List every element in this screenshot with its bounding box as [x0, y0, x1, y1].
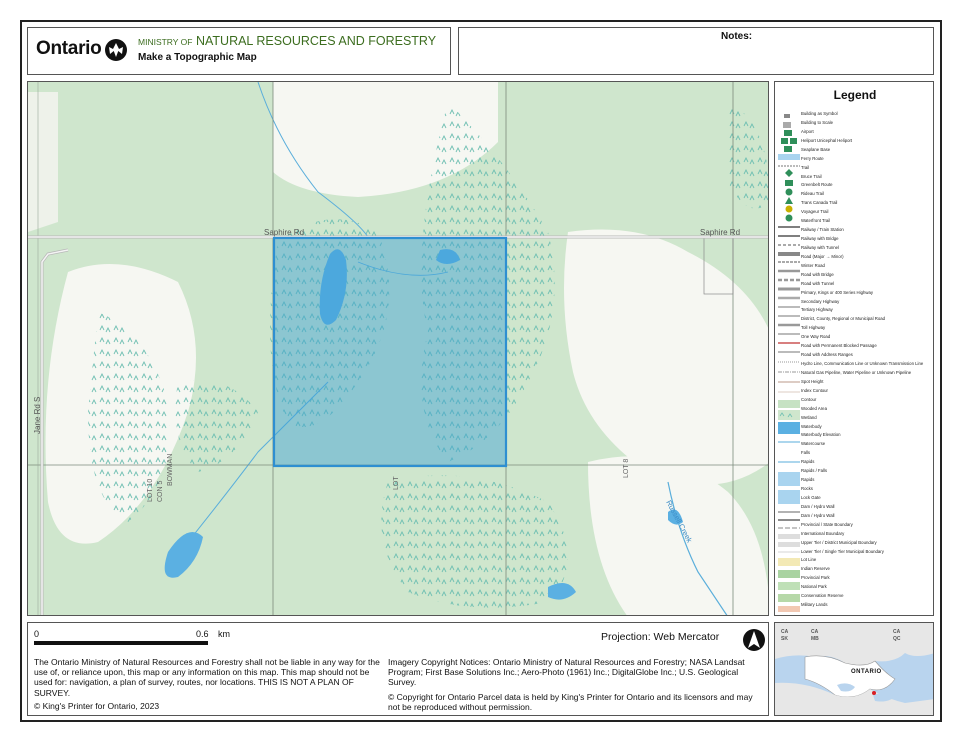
legend-item: Lower Tier / Single Tier Municipal Bound…	[801, 548, 884, 554]
legend-item: Primary, Kings or 400 Series Highway	[801, 289, 874, 295]
legend-item: Building to Scale	[801, 119, 834, 125]
legend-item: Heliport Unicephal Heliport	[801, 137, 853, 143]
legend-item: Seaplane Base	[801, 146, 831, 152]
header-panel: Ontario MINISTRY OF NATURAL RESOURCES AN…	[27, 27, 451, 75]
legend-item: Railway / Train Station	[801, 227, 844, 233]
legend-item: Airport	[801, 128, 814, 134]
inset-label-ca-1: CA	[781, 629, 789, 635]
legend-item: Greenbelt Route	[801, 182, 833, 188]
legend-item: Index Contour	[801, 387, 828, 393]
inset-label-mb: MB	[811, 636, 819, 642]
parcel-highlight[interactable]	[272, 236, 508, 468]
ontario-trillium-icon	[105, 39, 127, 61]
legend-item: Dam / Hydro Wall	[801, 503, 835, 509]
legend-item: Road with Address Ranges	[801, 352, 853, 358]
legend-title: Legend	[833, 88, 877, 102]
legend-item: Building as Symbol	[801, 111, 838, 116]
legend-item: Bruce Trail	[801, 173, 822, 179]
inset-label-qc: QC	[893, 636, 901, 642]
legend-item: Rapids	[801, 459, 815, 465]
legend-item: Upper Tier / District Municipal Boundary	[801, 539, 877, 545]
legend-item: Wetland	[801, 414, 817, 420]
legend-item: Waterbody	[801, 423, 822, 429]
legend-item: Voyageur Trail	[801, 209, 829, 215]
legend-item: Provincial / State Boundary	[801, 521, 853, 527]
legend-item: Railway with Bridge	[801, 236, 839, 241]
disclaimer-text: The Ontario Ministry of Natural Resource…	[34, 657, 380, 698]
legend-item: Rapids / Falls	[801, 468, 828, 474]
legend-item: Waterbody Elevation	[801, 432, 841, 438]
projection-label: Projection: Web Mercator	[601, 631, 720, 643]
legend-item: Rideau Trail	[801, 191, 824, 197]
legend-item: Secondary Highway	[801, 298, 840, 304]
legend-item: Natural Gas Pipeline, Water Pipeline or …	[801, 369, 912, 375]
legend-item: Road (Major → Minor)	[801, 253, 844, 259]
legend-item: Conservation Reserve	[801, 593, 844, 599]
copyright-text: © King's Printer for Ontario, 2023	[34, 701, 160, 711]
inset-label-ca-3: CA	[893, 629, 901, 635]
inset-label-sk: SK	[781, 636, 788, 642]
legend-item: Indian Reserve	[801, 566, 830, 572]
imagery-credits: Imagery Copyright Notices: Ontario Minis…	[388, 657, 745, 688]
inset-label-ontario: ONTARIO	[851, 669, 882, 675]
north-arrow-icon	[743, 629, 765, 651]
topographic-map[interactable]: Saphire Rd Saphire Rd Jane Rd S LOT 10 C…	[27, 81, 769, 616]
legend-item: Road with Permanent Blocked Passage	[801, 343, 877, 349]
con-label: CON 5	[157, 481, 164, 503]
legend-item: Dam / Hydro Wall	[801, 512, 835, 518]
scale-end: 0.6	[196, 629, 209, 639]
legend-item: Wooded Area	[801, 405, 827, 411]
legend-item: Lot Line	[801, 557, 817, 563]
legend-item: Hydro Line, Communication Line or Unknow…	[801, 361, 924, 366]
legend-symbols	[778, 114, 800, 612]
road-label-jane: Jane Rd S	[33, 397, 42, 434]
owner-label: BOWMAN	[167, 454, 174, 486]
legend-item: International Boundary	[801, 530, 845, 536]
legend-item: National Park	[801, 584, 827, 590]
legend-item: Road with Bridge	[801, 271, 834, 277]
scale-bar: 0 0.6 km	[34, 629, 230, 653]
legend-item: Spot Height	[801, 378, 824, 384]
imagery-notice: Imagery Copyright Notices: Ontario Minis…	[388, 657, 762, 712]
scale-unit: km	[218, 629, 230, 639]
legend-item: Provincial Park	[801, 575, 830, 581]
legend-item: Falls	[801, 450, 811, 456]
scale-start: 0	[34, 629, 40, 639]
legend-item: Ferry Route	[801, 155, 824, 161]
map-subtitle: Make a Topographic Map	[138, 52, 257, 63]
legend-item: Toll Highway	[801, 325, 826, 331]
lot-label-8: LOT 8	[623, 459, 630, 478]
legend-item: Tertiary Highway	[801, 307, 833, 313]
ministry-name: MINISTRY OF NATURAL RESOURCES AND FOREST…	[138, 34, 437, 48]
inset-label-ca-2: CA	[811, 629, 819, 635]
legend-item: Watercourse	[801, 441, 826, 447]
legend-item: Waterfront Trail	[801, 218, 831, 224]
legend-item: Road with Tunnel	[801, 280, 835, 286]
legend-item: Military Lands	[801, 602, 828, 608]
scale-bar-line	[34, 641, 208, 645]
notes-label: Notes:	[721, 31, 753, 42]
legend-item: Railway with Tunnel	[801, 244, 839, 250]
inset-map: CA SK CA MB CA QC ONTARIO	[774, 622, 934, 716]
legend-item: Winter Road	[801, 262, 825, 268]
road-label-saphire-east: Saphire Rd	[700, 228, 740, 237]
ontario-wordmark: Ontario	[36, 38, 102, 59]
legend-item: Trans Canada Trail	[801, 200, 838, 206]
legend-item: Trail	[801, 164, 810, 170]
lot-label-center: LOT	[393, 476, 400, 490]
legend-item: Lock Gate	[801, 494, 821, 500]
legend-item: Rocks	[801, 486, 813, 491]
legend-panel: Legend Building as Symbol Building to Sc…	[774, 81, 934, 616]
footer-panel: 0 0.6 km The Ontario Ministry of Natural…	[27, 622, 769, 716]
legend-item: One Way Road	[801, 334, 831, 340]
legend-item: Rapids	[801, 477, 815, 483]
legend-item: District, County, Regional or Municipal …	[801, 316, 885, 322]
road-label-saphire-west: Saphire Rd	[264, 228, 304, 237]
parcel-copyright: © Copyright for Ontario Parcel data is h…	[388, 691, 753, 712]
lot-label-10: LOT 10	[147, 479, 154, 502]
legend-item: Contour	[801, 396, 817, 402]
notes-panel: Notes:	[458, 27, 934, 75]
